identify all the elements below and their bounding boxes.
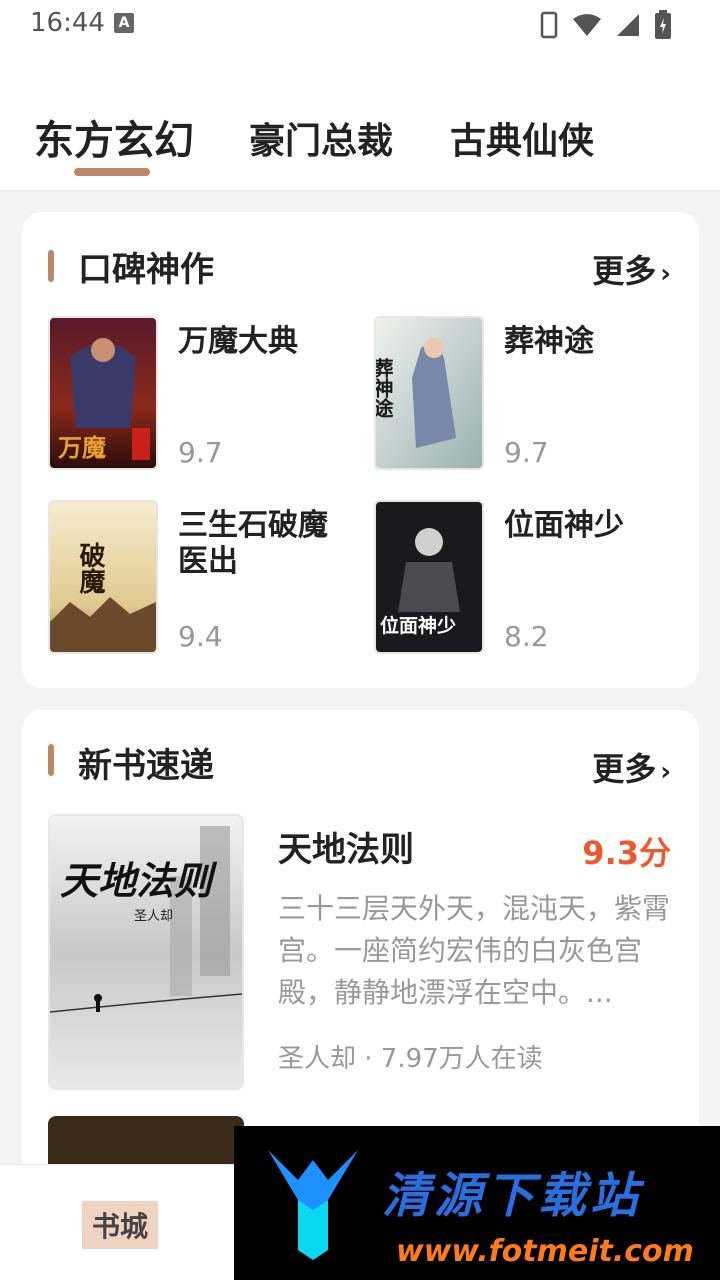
watermark-banner: 清源下载站 www.fotmeit.com xyxy=(234,1126,720,1280)
cover-title: 天地法则 xyxy=(60,858,218,903)
section-title: 新书速递 xyxy=(78,746,214,786)
chevron-right-icon: › xyxy=(660,757,671,787)
more-label: 更多 xyxy=(592,750,657,788)
section-accent-bar xyxy=(48,250,54,282)
book-cover[interactable]: 万魔 xyxy=(48,316,158,470)
book-title[interactable]: 位面神少 xyxy=(504,508,624,544)
more-button[interactable]: 更多 › xyxy=(592,246,671,292)
book-cover[interactable]: 破魔 xyxy=(48,500,158,654)
book-score: 8.2 xyxy=(504,620,549,653)
book-score: 9.7 xyxy=(504,436,549,469)
tab-gudian-xianxia[interactable]: 古典仙侠 xyxy=(450,112,594,164)
cover-text: 万魔 xyxy=(58,433,106,462)
tab-dongfang-xuanhuan[interactable]: 东方玄幻 xyxy=(34,108,194,166)
section-accent-bar xyxy=(48,744,54,776)
chevron-right-icon: › xyxy=(660,259,671,289)
cover-author: 圣人却 xyxy=(134,909,173,924)
book-score: 9.4 xyxy=(178,620,223,653)
cover-text: 破魔 xyxy=(75,542,105,595)
header: 16:44 A 东方玄幻 豪门总裁 古典仙侠 xyxy=(0,0,720,192)
notification-a-icon: A xyxy=(114,13,134,33)
active-tab-indicator xyxy=(74,168,150,176)
battery-icon xyxy=(655,10,671,39)
book-title[interactable]: 万魔大典 xyxy=(178,324,298,360)
book-score: 9.7 xyxy=(178,436,223,469)
next-book-cover-partial[interactable] xyxy=(48,1116,244,1164)
featured-book-title[interactable]: 天地法则 xyxy=(278,822,414,871)
featured-book-meta: 圣人却 · 7.97万人在读 xyxy=(278,1044,543,1074)
signal-icon xyxy=(617,14,639,36)
cover-text: 位面神少 xyxy=(380,614,456,637)
book-title[interactable]: 葬神途 xyxy=(504,324,594,360)
more-button[interactable]: 更多 › xyxy=(592,744,671,790)
status-bar: 16:44 A xyxy=(0,0,720,50)
status-time: 16:44 xyxy=(30,8,105,38)
tab-haomen-zongcai[interactable]: 豪门总裁 xyxy=(249,112,393,164)
category-tabs: 东方玄幻 豪门总裁 古典仙侠 xyxy=(0,100,720,190)
watermark-logo-icon xyxy=(268,1150,358,1260)
nav-tab-bookstore[interactable]: 书城 xyxy=(82,1201,159,1249)
book-cover[interactable]: 葬神途 xyxy=(374,316,484,470)
wifi-icon xyxy=(573,14,601,36)
featured-book-score: 9.3分 xyxy=(582,834,671,872)
featured-book-cover[interactable]: 天地法则 圣人却 xyxy=(48,814,244,1090)
cover-text: 葬神途 xyxy=(376,357,394,419)
book-cover[interactable]: 位面神少 xyxy=(374,500,484,654)
phone-icon xyxy=(540,11,558,39)
recommended-section: 口碑神作 更多 › 万魔 万魔大典 9.7 葬神途 葬神途 9.7 破魔 三生石… xyxy=(22,212,699,688)
watermark-url: www.fotmeit.com xyxy=(396,1234,694,1269)
featured-book-description: 三十三层天外天，混沌天，紫霄宫。一座简约宏伟的白灰色宫殿，静静地漂浮在空中。..… xyxy=(278,892,670,1009)
watermark-title: 清源下载站 xyxy=(382,1168,643,1224)
system-icons xyxy=(540,10,672,40)
more-label: 更多 xyxy=(592,252,657,290)
section-title: 口碑神作 xyxy=(78,250,214,290)
book-title[interactable]: 三生石破魔医出 xyxy=(178,508,348,580)
